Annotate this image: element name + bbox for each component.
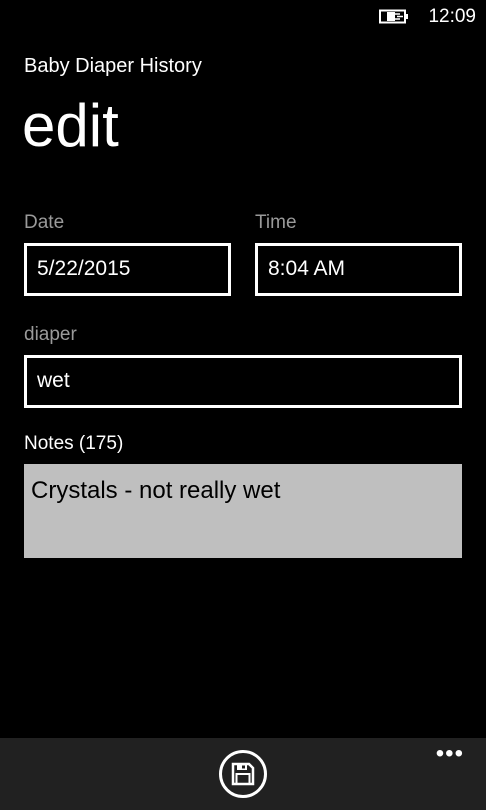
time-field[interactable]: 8:04 AM — [255, 243, 462, 296]
save-button[interactable] — [219, 750, 267, 798]
page-title: edit — [22, 92, 119, 159]
battery-charging-icon — [379, 9, 408, 24]
diaper-field[interactable]: wet — [24, 355, 462, 408]
status-bar: 12:09 — [0, 0, 486, 34]
notes-textarea[interactable]: Crystals - not really wet — [24, 464, 462, 558]
date-label: Date — [24, 212, 65, 233]
more-options-button[interactable]: ••• — [436, 742, 464, 766]
status-time: 12:09 — [428, 6, 476, 27]
date-field[interactable]: 5/22/2015 — [24, 243, 231, 296]
save-icon — [231, 762, 255, 786]
time-label: Time — [255, 212, 297, 233]
notes-label: Notes (175) — [24, 433, 124, 454]
diaper-label: diaper — [24, 324, 77, 345]
app-title: Baby Diaper History — [24, 55, 202, 77]
app-bar: ••• — [0, 738, 486, 810]
